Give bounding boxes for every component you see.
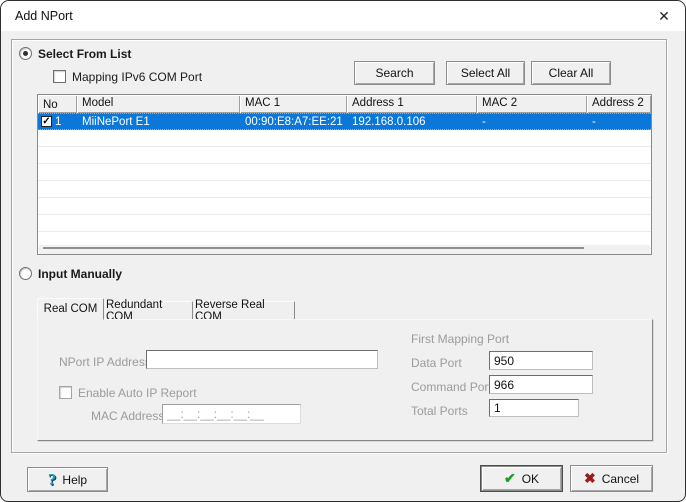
clear-all-button-label: Clear All <box>549 66 594 80</box>
search-button[interactable]: Search <box>354 61 435 85</box>
column-header-no[interactable]: No <box>38 95 77 113</box>
command-port-input[interactable] <box>489 375 593 394</box>
empty-row <box>38 181 651 198</box>
column-header-mac2[interactable]: MAC 2 <box>477 95 587 113</box>
ipv6-com-port-checkbox[interactable] <box>53 70 66 83</box>
help-button[interactable]: ? Help <box>27 467 108 492</box>
ok-button[interactable]: ✔ OK <box>480 465 563 492</box>
row-address1: 192.168.0.106 <box>347 116 477 128</box>
device-listview[interactable]: No Model MAC 1 Address 1 MAC 2 Address 2… <box>37 94 652 255</box>
tab-reverse-real-com[interactable]: Reverse Real COM <box>194 301 295 320</box>
tab-real-com-label: Real COM <box>44 303 98 315</box>
input-manually-label: Input Manually <box>38 267 122 281</box>
total-ports-input[interactable] <box>489 399 579 417</box>
row-mac1: 00:90:E8:A7:EE:21 <box>240 116 347 128</box>
ipv6-com-port-label: Mapping IPv6 COM Port <box>72 70 202 84</box>
clear-all-button[interactable]: Clear All <box>531 61 611 85</box>
add-nport-dialog: Add NPort ✕ Select From List Mapping IPv… <box>0 0 686 502</box>
cancel-button[interactable]: ✖ Cancel <box>570 465 653 492</box>
column-header-address1[interactable]: Address 1 <box>347 95 477 113</box>
empty-row <box>38 130 651 147</box>
search-button-label: Search <box>375 66 413 80</box>
horizontal-scrollbar[interactable] <box>43 247 584 249</box>
empty-row <box>38 147 651 164</box>
total-ports-label: Total Ports <box>411 404 468 418</box>
help-button-label: Help <box>62 473 87 487</box>
select-from-list-label: Select From List <box>38 47 131 61</box>
empty-row <box>38 215 651 232</box>
first-mapping-port-label: First Mapping Port <box>411 332 509 346</box>
auto-ip-report-label: Enable Auto IP Report <box>78 386 197 400</box>
close-button[interactable]: ✕ <box>649 3 679 29</box>
help-icon: ? <box>48 470 57 490</box>
listview-header: No Model MAC 1 Address 1 MAC 2 Address 2 <box>38 95 651 113</box>
x-icon: ✖ <box>584 470 596 487</box>
row-checkbox[interactable]: ✓ <box>41 116 52 127</box>
column-header-model[interactable]: Model <box>77 95 240 113</box>
table-row[interactable]: ✓ 1 MiiNePort E1 00:90:E8:A7:EE:21 192.1… <box>38 113 651 130</box>
empty-row <box>38 164 651 181</box>
close-icon: ✕ <box>658 8 670 25</box>
empty-row <box>38 198 651 215</box>
row-mac2: - <box>477 116 587 128</box>
data-port-input[interactable] <box>489 351 593 370</box>
select-all-button-label: Select All <box>461 66 510 80</box>
tab-redundant-com[interactable]: Redundant COM <box>105 301 193 320</box>
data-port-label: Data Port <box>411 356 462 370</box>
select-from-list-radio[interactable] <box>19 47 32 60</box>
row-no-cell: ✓ 1 <box>38 116 77 128</box>
column-header-address2[interactable]: Address 2 <box>587 95 651 113</box>
row-address2: - <box>587 116 651 128</box>
mac-address-label: MAC Address <box>91 409 164 423</box>
column-header-mac1[interactable]: MAC 1 <box>240 95 347 113</box>
check-icon: ✓ <box>42 116 50 127</box>
auto-ip-report-checkbox[interactable] <box>59 386 72 399</box>
titlebar: Add NPort ✕ <box>1 1 685 31</box>
ok-button-label: OK <box>522 472 539 486</box>
check-icon: ✔ <box>504 470 516 487</box>
command-port-label: Command Port <box>411 380 492 394</box>
select-all-button[interactable]: Select All <box>446 61 525 85</box>
tab-real-com[interactable]: Real COM <box>37 298 104 320</box>
row-model: MiiNePort E1 <box>77 116 240 128</box>
nport-ip-input[interactable] <box>146 350 378 369</box>
cancel-button-label: Cancel <box>602 472 639 486</box>
row-no: 1 <box>55 116 61 128</box>
mac-address-input[interactable] <box>162 404 301 424</box>
nport-ip-label: NPort IP Address <box>59 355 151 369</box>
window-title: Add NPort <box>15 9 73 23</box>
input-manually-radio[interactable] <box>19 267 32 280</box>
